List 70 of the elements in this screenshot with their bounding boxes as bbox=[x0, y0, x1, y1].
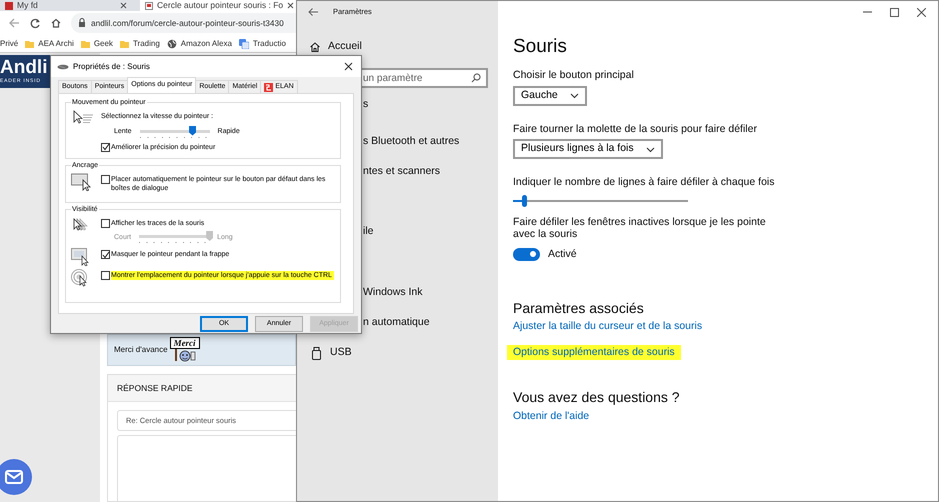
nav-item[interactable]: n automatique bbox=[363, 315, 430, 331]
usb-icon bbox=[312, 346, 321, 360]
bookmark-link[interactable]: Amazon Alexa bbox=[180, 38, 232, 50]
bookmark-link[interactable]: Traductio bbox=[252, 38, 286, 50]
bookmark-link[interactable]: AEA Archi bbox=[38, 38, 74, 50]
cursor-button-icon bbox=[71, 173, 93, 191]
checkmark-icon bbox=[102, 143, 110, 151]
card-title: RÉPONSE RAPIDE bbox=[108, 375, 296, 402]
settings-link[interactable]: Options supplémentaires de souris bbox=[507, 345, 681, 360]
nav-item[interactable]: USB bbox=[330, 345, 352, 361]
browser-tab[interactable]: Cercle autour pointeur souris : Fo bbox=[140, 0, 296, 11]
dialog-title: Propriétés de : Souris bbox=[73, 60, 150, 72]
address-bar[interactable]: andlil.com/forum/cercle-autour-pointeur-souris-t3430 bbox=[71, 13, 296, 33]
bookmark-link[interactable]: Privé bbox=[0, 38, 18, 50]
dropdown[interactable]: Plusieurs lignes à la fois bbox=[513, 139, 663, 159]
thank-you-sign: Merci bbox=[170, 337, 200, 349]
checkbox[interactable] bbox=[101, 271, 110, 280]
nav-item[interactable]: ntes et scanners bbox=[363, 164, 440, 180]
home-icon[interactable] bbox=[50, 17, 62, 29]
browser-tab[interactable]: My fd bbox=[0, 0, 132, 11]
home-nav-item[interactable]: Accueil bbox=[297, 35, 498, 59]
close-icon[interactable] bbox=[917, 8, 926, 16]
checkbox[interactable] bbox=[101, 175, 110, 184]
setting-label: Choisir le bouton principal bbox=[513, 69, 635, 82]
post-text: Merci d'avance bbox=[114, 344, 168, 356]
help-link[interactable]: Obtenir de l'aide bbox=[507, 409, 596, 424]
checkbox[interactable] bbox=[101, 219, 110, 228]
bookmark-link[interactable]: Trading bbox=[132, 38, 160, 50]
close-icon[interactable] bbox=[120, 1, 127, 10]
translate-icon bbox=[238, 38, 249, 48]
settings-link[interactable]: Ajuster la taille du curseur et de la souris bbox=[507, 319, 708, 334]
chevron-down-icon bbox=[646, 146, 655, 152]
home-icon bbox=[309, 41, 321, 53]
slider-thumb[interactable] bbox=[522, 194, 526, 206]
close-icon[interactable] bbox=[287, 1, 294, 10]
checkbox[interactable] bbox=[101, 142, 110, 152]
search-icon bbox=[471, 73, 481, 83]
section-heading: Paramètres associés bbox=[513, 299, 645, 318]
toggle-state: Activé bbox=[548, 246, 577, 262]
nav-item[interactable]: s Bluetooth et autres bbox=[363, 134, 460, 150]
smiley-icon bbox=[173, 349, 196, 362]
mail-button[interactable] bbox=[0, 459, 32, 495]
url-text: andlil.com/forum/cercle-autour-pointeur-souris-t3430 bbox=[91, 16, 284, 30]
setting-label: Faire défiler les fenêtres inactives lorsque je les pointe avec la souris bbox=[513, 216, 767, 240]
back-arrow-icon[interactable] bbox=[308, 7, 319, 17]
favicon-icon bbox=[5, 0, 13, 10]
close-icon[interactable] bbox=[344, 62, 353, 71]
nav-item[interactable]: ile bbox=[363, 224, 374, 240]
chevron-down-icon bbox=[570, 92, 579, 99]
slider-thumb[interactable] bbox=[189, 126, 196, 136]
lock-icon bbox=[78, 18, 86, 28]
nav-item[interactable]: Windows Ink bbox=[363, 285, 423, 301]
globe-icon bbox=[166, 38, 177, 48]
page-heading: Souris bbox=[513, 35, 568, 59]
setting-label: Indiquer le nombre de lignes à faire défiler à chaque fois bbox=[513, 176, 776, 188]
section-heading: Vous avez des questions ? bbox=[513, 388, 681, 406]
folder-icon bbox=[120, 38, 129, 48]
maximize-icon[interactable] bbox=[890, 8, 899, 16]
checkmark-icon bbox=[102, 250, 110, 258]
folder-icon bbox=[80, 38, 90, 48]
setting-label: Faire tourner la molette de la souris pour faire défiler bbox=[513, 122, 758, 135]
checkbox[interactable] bbox=[101, 250, 110, 259]
nav-item[interactable]: s bbox=[363, 97, 368, 113]
dropdown[interactable]: Gauche bbox=[513, 86, 587, 106]
toggle-switch[interactable] bbox=[513, 248, 540, 261]
folder-icon bbox=[25, 38, 34, 48]
mail-icon bbox=[5, 470, 23, 484]
bookmark-link[interactable]: Geek bbox=[94, 38, 113, 50]
mouse-icon bbox=[57, 62, 69, 70]
reload-icon[interactable] bbox=[29, 17, 41, 29]
